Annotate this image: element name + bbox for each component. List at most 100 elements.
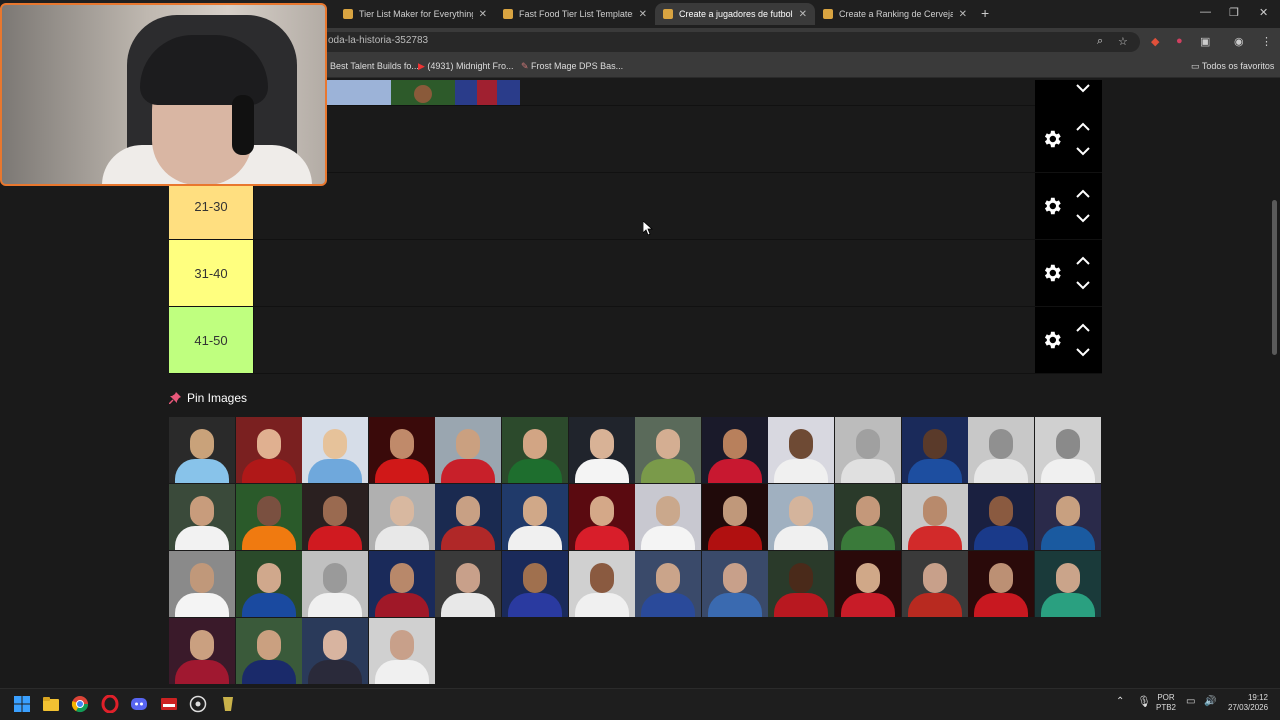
extension-icon[interactable]: ◆ [1151, 35, 1159, 48]
bookmark-star-icon[interactable]: ☆ [1118, 35, 1128, 48]
player-image[interactable] [169, 484, 235, 550]
file-explorer-icon[interactable] [42, 695, 60, 713]
player-image[interactable] [302, 618, 369, 684]
player-image[interactable] [368, 484, 435, 550]
player-image[interactable] [835, 417, 901, 483]
tier-drop-zone[interactable] [253, 307, 1035, 373]
player-image[interactable] [835, 484, 901, 550]
language-indicator[interactable]: POR PTB2 [1156, 693, 1176, 713]
player-image[interactable] [968, 417, 1035, 483]
player-image[interactable] [169, 417, 235, 483]
move-down-icon[interactable] [1076, 281, 1090, 290]
player-image[interactable] [568, 551, 635, 617]
tab-ranking-cerveja[interactable]: Create a Ranking de Cerveja Co ✕ [815, 3, 975, 25]
player-image[interactable] [635, 417, 702, 483]
close-icon[interactable]: ✕ [479, 9, 487, 20]
player-image[interactable] [502, 551, 568, 617]
move-up-icon[interactable] [1076, 256, 1090, 265]
player-image[interactable] [368, 551, 435, 617]
tray-overflow-icon[interactable]: ⌃ [1116, 697, 1124, 707]
move-down-icon[interactable] [1076, 147, 1090, 156]
player-image[interactable] [368, 618, 435, 684]
new-tab-icon[interactable]: + [981, 5, 989, 21]
tab-fast-food[interactable]: Fast Food Tier List Templates - ✕ [495, 3, 655, 25]
network-icon[interactable]: ▭ [1186, 697, 1195, 707]
move-up-icon[interactable] [1076, 323, 1090, 332]
move-down-icon[interactable] [1076, 84, 1090, 93]
bookmark-all-favorites[interactable]: ▭ Todos os favoritos [1191, 61, 1274, 72]
tier-label[interactable]: 41-50 [169, 307, 253, 373]
tab-tier-list-maker[interactable]: Tier List Maker for Everything - ✕ [335, 3, 495, 25]
player-image[interactable] [302, 551, 369, 617]
player-image[interactable] [1034, 551, 1101, 617]
player-image[interactable] [768, 484, 835, 550]
gear-icon[interactable] [1041, 262, 1063, 284]
streaming-app-icon[interactable] [160, 695, 178, 713]
menu-kebab-icon[interactable]: ⋮ [1261, 35, 1272, 48]
tier-thumbnails[interactable] [327, 80, 520, 105]
extension-badge-icon[interactable]: ● [1176, 35, 1183, 47]
player-image[interactable] [235, 618, 302, 684]
player-image[interactable] [568, 484, 635, 550]
chrome-icon[interactable] [71, 695, 89, 713]
player-image[interactable] [435, 551, 502, 617]
player-image[interactable] [235, 484, 302, 550]
player-image[interactable] [701, 417, 768, 483]
player-image[interactable] [701, 551, 768, 617]
bookmark-midnight[interactable]: ▶ (4931) Midnight Fro... [418, 61, 513, 72]
tier-drop-zone[interactable] [253, 106, 1035, 172]
tier-drop-zone[interactable] [253, 240, 1035, 306]
volume-icon[interactable]: 🔊 [1204, 697, 1216, 707]
player-image[interactable] [968, 551, 1035, 617]
page-scrollbar[interactable] [1272, 200, 1277, 355]
player-image[interactable] [701, 484, 768, 550]
player-image[interactable] [635, 551, 702, 617]
move-up-icon[interactable] [1076, 189, 1090, 198]
player-image[interactable] [235, 551, 302, 617]
player-image[interactable] [1034, 417, 1101, 483]
gear-icon[interactable] [1041, 128, 1063, 150]
move-down-icon[interactable] [1076, 348, 1090, 357]
close-icon[interactable]: ✕ [639, 9, 647, 20]
player-image[interactable] [502, 484, 568, 550]
player-image[interactable] [435, 484, 502, 550]
discord-icon[interactable] [130, 695, 148, 713]
player-image[interactable] [901, 551, 968, 617]
player-image[interactable] [635, 484, 702, 550]
player-image[interactable] [302, 417, 369, 483]
restore-icon[interactable]: ❐ [1229, 6, 1239, 19]
gear-icon[interactable] [1041, 195, 1063, 217]
gear-icon[interactable] [1041, 329, 1063, 351]
zoom-icon[interactable]: ⌕ [1097, 35, 1103, 48]
move-up-icon[interactable] [1076, 122, 1090, 131]
player-image[interactable] [169, 618, 235, 684]
app-launcher-icon[interactable] [219, 695, 237, 713]
close-icon[interactable]: ✕ [799, 9, 807, 20]
player-image[interactable] [901, 417, 968, 483]
url-text[interactable]: oda-la-historia-352783 [328, 35, 428, 46]
bookmark-frost-mage[interactable]: ✎ Frost Mage DPS Bas... [521, 61, 623, 72]
player-image[interactable] [302, 484, 369, 550]
player-image[interactable] [768, 551, 835, 617]
player-image[interactable] [968, 484, 1035, 550]
player-image[interactable] [768, 417, 835, 483]
obs-icon[interactable] [189, 695, 207, 713]
tier-label[interactable]: 31-40 [169, 240, 253, 306]
player-image[interactable] [835, 551, 901, 617]
player-image[interactable] [169, 551, 235, 617]
player-image[interactable] [1034, 484, 1101, 550]
microphone-icon[interactable]: 🎙 [1137, 697, 1151, 708]
player-image[interactable] [235, 417, 302, 483]
clock[interactable]: 19:12 27/03/2026 [1228, 693, 1268, 713]
player-image[interactable] [368, 417, 435, 483]
extensions-puzzle-icon[interactable]: ▣ [1200, 35, 1210, 48]
profile-icon[interactable]: ◉ [1234, 35, 1244, 48]
move-down-icon[interactable] [1076, 214, 1090, 223]
player-image[interactable] [568, 417, 635, 483]
windows-start-icon[interactable] [13, 695, 31, 713]
player-image[interactable] [435, 417, 502, 483]
minimize-icon[interactable]: — [1200, 6, 1211, 18]
tab-jugadores-futbol[interactable]: Create a jugadores de futbol de ✕ [655, 3, 815, 25]
player-image[interactable] [901, 484, 968, 550]
close-window-icon[interactable]: ✕ [1259, 6, 1268, 19]
